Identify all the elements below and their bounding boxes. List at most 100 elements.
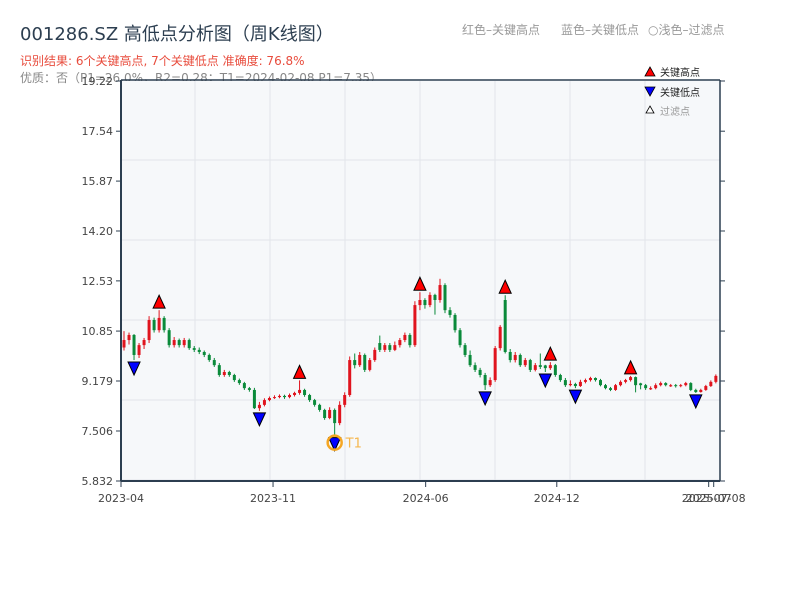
candle-body bbox=[533, 365, 537, 370]
candle-body bbox=[343, 395, 347, 405]
y-tick-label: 12.53 bbox=[82, 275, 114, 288]
candle-body bbox=[443, 285, 447, 311]
candle-body bbox=[383, 345, 387, 350]
t1-label: T1 bbox=[345, 437, 362, 452]
candle-body bbox=[538, 365, 542, 367]
candle-body bbox=[463, 345, 467, 355]
candle-body bbox=[232, 374, 236, 381]
candle-body bbox=[614, 385, 618, 390]
candle-body bbox=[553, 365, 557, 375]
candle-body bbox=[659, 383, 663, 386]
candle-body bbox=[588, 377, 592, 381]
candle-body bbox=[423, 300, 427, 306]
candle-body bbox=[523, 360, 527, 366]
y-tick-label: 15.87 bbox=[82, 175, 114, 188]
candle-body bbox=[293, 392, 297, 396]
candle-body bbox=[247, 388, 251, 390]
candle bbox=[453, 313, 457, 333]
candle-body bbox=[323, 409, 327, 419]
candle-body bbox=[528, 360, 532, 370]
candle-body bbox=[277, 395, 281, 398]
candle-body bbox=[604, 385, 608, 389]
candle-body bbox=[272, 397, 276, 399]
y-tick-label: 17.54 bbox=[82, 125, 114, 138]
candle-body bbox=[222, 372, 226, 375]
candle-body bbox=[689, 383, 693, 390]
candle-body bbox=[639, 383, 643, 386]
candle-body bbox=[433, 294, 437, 301]
candle-body bbox=[267, 398, 271, 401]
candle-body bbox=[207, 354, 211, 361]
candle-body bbox=[548, 365, 552, 369]
candle-body bbox=[513, 354, 517, 361]
candle-body bbox=[398, 340, 402, 346]
candle-body bbox=[257, 404, 261, 409]
candle-body bbox=[629, 377, 633, 381]
candle-body bbox=[654, 385, 658, 389]
candle-body bbox=[413, 305, 417, 346]
candle-body bbox=[308, 395, 312, 401]
candle-body bbox=[313, 400, 317, 405]
legend-high-triangle-icon bbox=[644, 66, 656, 77]
candle-body bbox=[543, 365, 547, 369]
candle-body bbox=[518, 354, 522, 366]
candle-body bbox=[578, 381, 582, 387]
candle-body bbox=[448, 310, 452, 315]
candle-body bbox=[403, 334, 407, 341]
candle-body bbox=[172, 340, 176, 346]
candle-body bbox=[197, 349, 201, 352]
x-tick-label: 2024-12 bbox=[534, 492, 580, 505]
candle-body bbox=[187, 340, 191, 349]
candle bbox=[413, 301, 417, 347]
candle-body bbox=[348, 360, 352, 396]
candlestick-chart: 5.832 7.506 9.179 10.85 12.53 14.20 15.87 17.54… bbox=[82, 66, 746, 505]
candle bbox=[493, 346, 497, 382]
candle-body bbox=[167, 330, 171, 346]
candle-body bbox=[609, 388, 613, 390]
candle-body bbox=[333, 409, 337, 424]
candle-body bbox=[573, 383, 577, 387]
legend-low-label: 关键低点 bbox=[660, 86, 700, 99]
candle-body bbox=[242, 383, 246, 389]
candle-body bbox=[147, 320, 151, 341]
candle-body bbox=[694, 389, 698, 393]
candle-body bbox=[508, 351, 512, 361]
candle-body bbox=[408, 334, 412, 346]
candle bbox=[458, 328, 462, 348]
candle-body bbox=[473, 365, 477, 370]
candle-body bbox=[478, 369, 482, 375]
legend-high-label: 关键高点 bbox=[660, 66, 700, 79]
candle-body bbox=[192, 348, 196, 350]
y-tick-label: 7.506 bbox=[82, 425, 114, 438]
candle-body bbox=[699, 389, 703, 393]
candle bbox=[443, 283, 447, 314]
candle-body bbox=[182, 340, 186, 346]
candle-body bbox=[624, 380, 628, 382]
candle bbox=[147, 316, 151, 344]
candle-body bbox=[252, 389, 256, 409]
candle-body bbox=[684, 383, 688, 386]
candle-body bbox=[458, 330, 462, 346]
candle bbox=[338, 401, 342, 426]
candle-body bbox=[438, 285, 442, 301]
candle bbox=[518, 353, 522, 367]
candle-body bbox=[468, 354, 472, 366]
x-tick-label: 2025-07-08 bbox=[682, 492, 746, 505]
y-tick-label: 14.20 bbox=[82, 225, 114, 238]
candle-body bbox=[714, 375, 718, 382]
candle-body bbox=[453, 314, 457, 331]
candle-body bbox=[378, 343, 382, 350]
y-tick-label: 19.22 bbox=[82, 75, 114, 88]
candle-body bbox=[122, 340, 126, 348]
candle-body bbox=[483, 374, 487, 386]
candle-body bbox=[217, 365, 221, 375]
y-tick-label: 10.85 bbox=[82, 325, 114, 338]
candle-body bbox=[288, 395, 292, 398]
candle-body bbox=[498, 326, 502, 349]
candle-body bbox=[142, 340, 146, 346]
candle bbox=[162, 316, 166, 333]
candle bbox=[363, 353, 367, 373]
y-tick-label: 9.179 bbox=[82, 375, 114, 388]
candle-body bbox=[328, 409, 332, 419]
candle-body bbox=[227, 372, 231, 375]
